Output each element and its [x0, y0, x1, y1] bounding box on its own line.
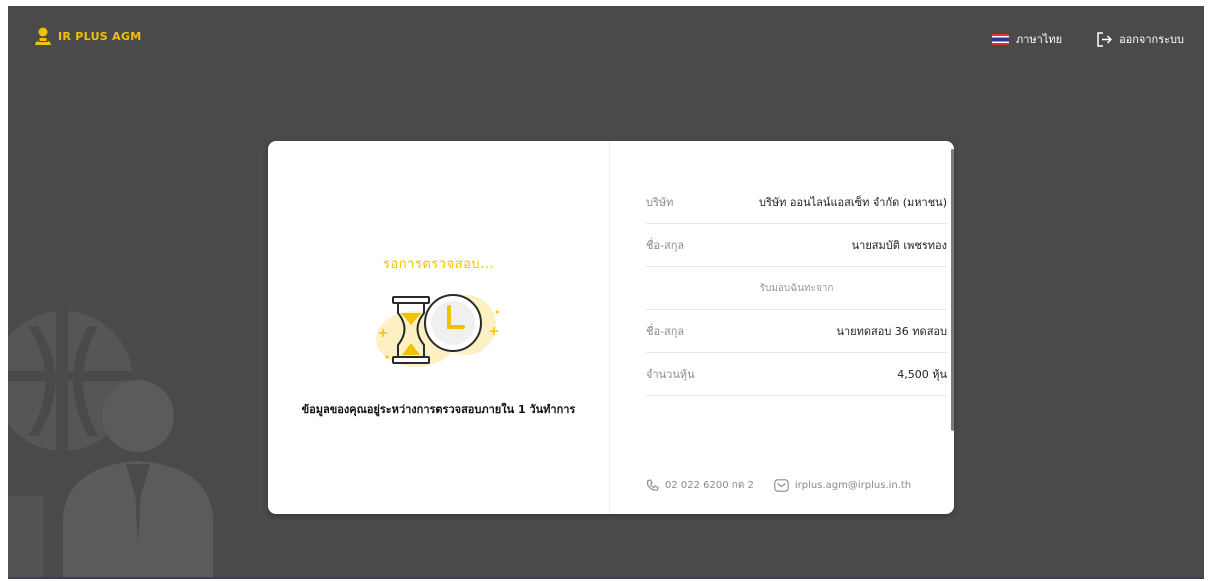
- language-switcher[interactable]: ภาษาไทย: [991, 30, 1063, 48]
- shares-value: 4,500 หุ้น: [897, 368, 947, 381]
- verification-card: รอการตรวจสอบ... ข้อมูลของคุณอยู่ระหว่างก…: [268, 141, 954, 514]
- status-message: ข้อมูลของคุณอยู่ระหว่างการตรวจสอบภายใน 1…: [301, 403, 576, 416]
- proxy-name-value: นายทดสอบ 36 ทดสอบ: [836, 325, 947, 338]
- scrollbar[interactable]: [951, 149, 954, 431]
- company-label: บริษัท: [646, 196, 674, 209]
- proxy-heading-row: รับมอบฉันทะจาก: [646, 267, 947, 310]
- phone-icon: [646, 479, 659, 491]
- info-panel: บริษัท บริษัท ออนไลน์แอสเซ็ท จำกัด (มหาช…: [610, 141, 954, 514]
- status-panel: รอการตรวจสอบ... ข้อมูลของคุณอยู่ระหว่างก…: [268, 141, 610, 514]
- company-value: บริษัท ออนไลน์แอสเซ็ท จำกัด (มหาชน): [759, 196, 947, 209]
- email-icon: [774, 479, 789, 492]
- thai-flag-icon: [991, 33, 1009, 45]
- logout-button[interactable]: ออกจากระบบ: [1096, 30, 1184, 48]
- phone-number[interactable]: 02 022 6200 กด 2: [665, 478, 754, 493]
- info-row-name: ชื่อ-สกุล นายสมบัติ เพชรทอง: [646, 224, 947, 267]
- contact-info: 02 022 6200 กด 2 irplus.agm@irplus.in.th: [646, 478, 911, 493]
- logout-label: ออกจากระบบ: [1119, 33, 1184, 46]
- agm-logo-icon: [35, 27, 51, 45]
- info-row-proxy-name: ชื่อ-สกุล นายทดสอบ 36 ทดสอบ: [646, 310, 947, 353]
- info-row-shares: จำนวนหุ้น 4,500 หุ้น: [646, 353, 947, 396]
- shares-label: จำนวนหุ้น: [646, 368, 695, 381]
- proxy-heading: รับมอบฉันทะจาก: [759, 282, 834, 294]
- bottom-divider: [8, 577, 1204, 579]
- status-title: รอการตรวจสอบ...: [382, 257, 495, 272]
- language-label: ภาษาไทย: [1015, 33, 1063, 46]
- name-value: นายสมบัติ เพชรทอง: [851, 239, 947, 252]
- app-background: IR PLUS AGM ภาษาไทย ออกจากระบบ รอการตรวจ…: [8, 6, 1204, 579]
- info-row-company: บริษัท บริษัท ออนไลน์แอสเซ็ท จำกัด (มหาช…: [646, 181, 947, 224]
- header-actions: ภาษาไทย ออกจากระบบ: [991, 30, 1184, 48]
- name-label: ชื่อ-สกุล: [646, 239, 685, 252]
- decorative-globe-person-icon: [8, 306, 213, 579]
- app-logo[interactable]: IR PLUS AGM: [32, 26, 142, 46]
- hourglass-clock-icon: [376, 294, 499, 367]
- proxy-name-label: ชื่อ-สกุล: [646, 325, 685, 338]
- logout-icon: [1097, 31, 1113, 47]
- logo-text: IR PLUS AGM: [58, 29, 142, 43]
- email-address[interactable]: irplus.agm@irplus.in.th: [795, 480, 911, 491]
